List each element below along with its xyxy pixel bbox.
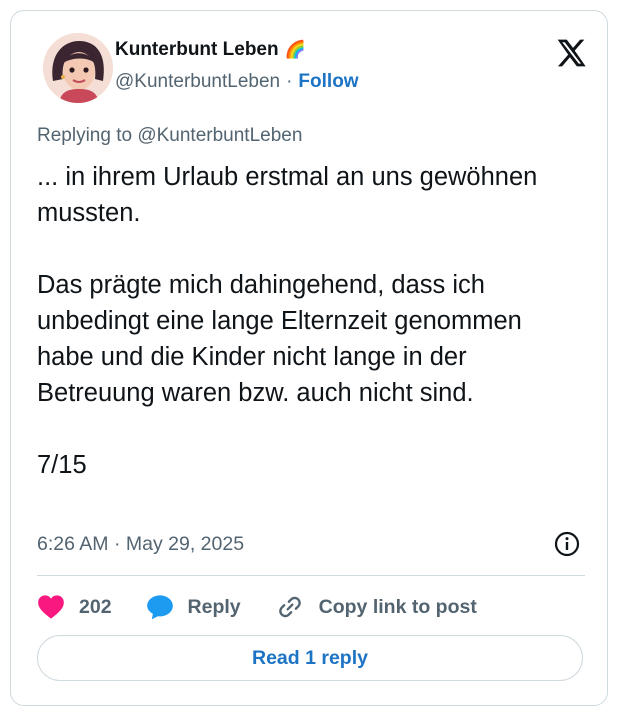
copy-link-button[interactable]: Copy link to post — [275, 593, 477, 621]
divider — [37, 575, 585, 576]
tweet-paragraph: ... in ihrem Urlaub erstmal an uns gewöh… — [37, 163, 538, 227]
tweet-paragraph: Das prägte mich dahingehend, dass ich un… — [37, 271, 522, 407]
read-replies-label: Read 1 reply — [252, 646, 368, 669]
avatar-illustration — [43, 33, 113, 103]
author-emoji: 🌈 — [284, 40, 306, 59]
tweet-text: ... in ihrem Urlaub erstmal an uns gewöh… — [37, 159, 577, 483]
tweet-card: Kunterbunt Leben 🌈 @KunterbuntLeben · Fo… — [10, 10, 608, 706]
copy-link-label: Copy link to post — [318, 595, 477, 618]
like-count: 202 — [79, 595, 112, 618]
handle-row: @KunterbuntLeben · Follow — [115, 71, 359, 93]
timestamp[interactable]: 6:26 AM · May 29, 2025 — [37, 533, 244, 556]
like-button[interactable]: 202 — [37, 594, 112, 620]
follow-button[interactable]: Follow — [298, 71, 358, 93]
author-handle[interactable]: @KunterbuntLeben — [115, 71, 280, 93]
reply-button[interactable]: Reply — [146, 594, 241, 620]
x-logo-icon[interactable] — [555, 37, 587, 69]
separator-dot: · — [286, 71, 293, 92]
avatar[interactable] — [43, 33, 113, 103]
action-bar: 202 Reply Copy link to post — [37, 589, 511, 625]
speech-bubble-icon — [146, 595, 173, 620]
replying-to[interactable]: Replying to @KunterbuntLeben — [37, 125, 302, 147]
read-replies-button[interactable]: Read 1 reply — [37, 635, 583, 681]
thread-counter: 7/15 — [37, 451, 87, 479]
heart-icon — [38, 595, 64, 619]
author-name[interactable]: Kunterbunt Leben — [115, 39, 279, 61]
link-icon — [278, 596, 301, 618]
info-icon[interactable] — [553, 530, 581, 558]
author-name-row[interactable]: Kunterbunt Leben 🌈 — [115, 39, 306, 61]
reply-label: Reply — [187, 595, 241, 618]
